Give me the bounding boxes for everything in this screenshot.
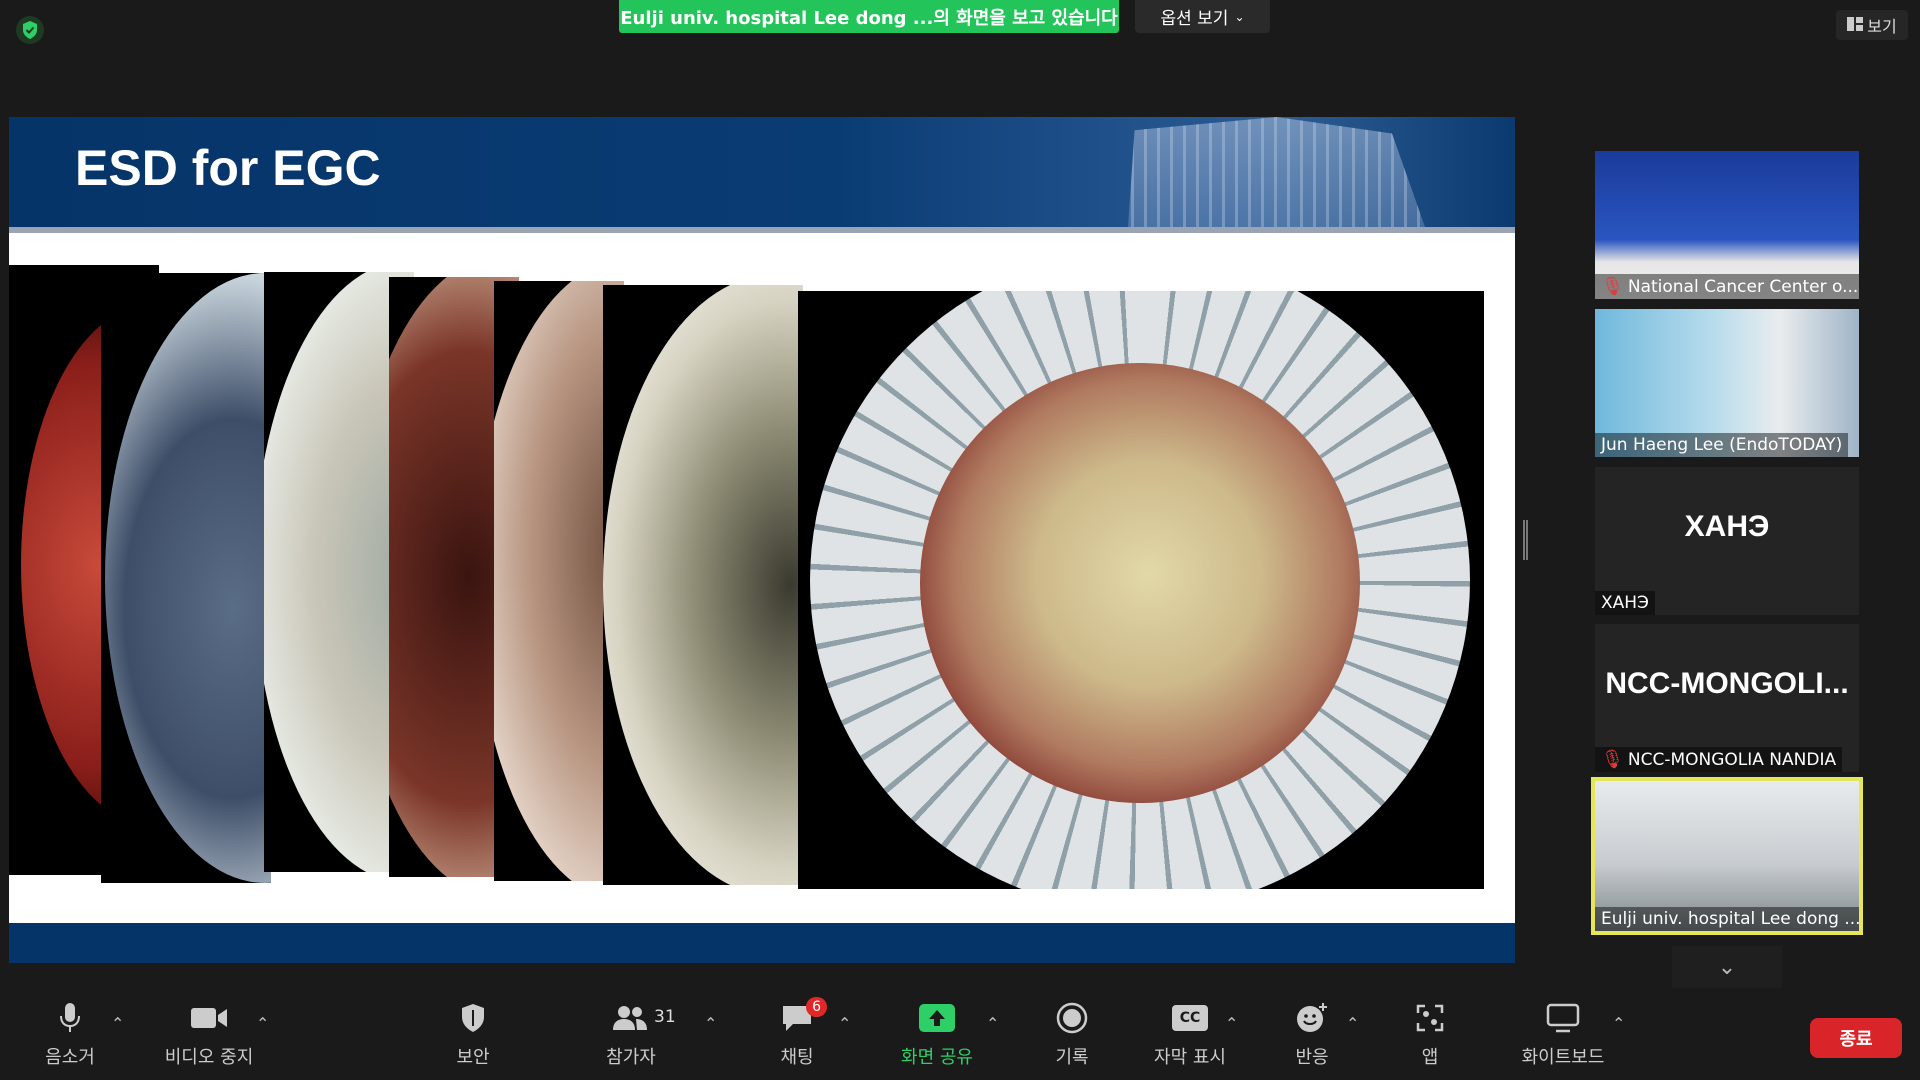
apps-button[interactable]: 앱 xyxy=(1410,990,1450,1080)
participant-name-label: Jun Haeng Lee (EndoTODAY) xyxy=(1595,433,1849,457)
scroll-participants-down-button[interactable]: ⌄ xyxy=(1672,946,1782,988)
closed-captions-icon: CC xyxy=(1172,1001,1208,1035)
participant-name-label: Eulji univ. hospital Lee dong ... xyxy=(1595,907,1859,931)
apps-label: 앱 xyxy=(1421,1047,1439,1068)
record-icon xyxy=(1056,1001,1088,1035)
view-layout-label: 보기 xyxy=(1867,17,1897,36)
participant-tile-eulji-active-speaker[interactable]: Eulji univ. hospital Lee dong ... xyxy=(1591,777,1863,935)
whiteboard-label: 화이트보드 xyxy=(1521,1047,1605,1068)
share-screen-label: 화면 공유 xyxy=(901,1047,973,1068)
participant-name-label: XAHЭ xyxy=(1595,591,1655,615)
whiteboard-button[interactable]: 화이트보드 xyxy=(1515,990,1611,1080)
captions-label: 자막 표시 xyxy=(1154,1047,1226,1068)
reactions-label: 반응 xyxy=(1295,1047,1329,1068)
participants-label: 참가자 xyxy=(606,1047,656,1068)
slide-title: ESD for EGC xyxy=(75,140,381,196)
microphone-muted-icon: 🎙 xyxy=(1601,276,1624,297)
mute-options-caret[interactable]: ⌃ xyxy=(111,1014,124,1033)
endoscopy-image-2 xyxy=(101,273,271,883)
security-shield-icon[interactable] xyxy=(16,16,44,44)
layout-icon xyxy=(1847,16,1864,35)
resected-specimen xyxy=(920,363,1360,803)
video-camera-icon xyxy=(190,1001,228,1035)
captions-button[interactable]: CC 자막 표시 xyxy=(1150,990,1230,1080)
mute-label: 음소거 xyxy=(45,1047,95,1068)
share-screen-button[interactable]: 화면 공유 xyxy=(896,990,978,1080)
record-button[interactable]: 기록 xyxy=(1050,990,1094,1080)
participant-count: 31 xyxy=(654,1007,676,1027)
participant-name-label: 🎙 National Cancer Center o... xyxy=(1595,274,1859,299)
apps-icon xyxy=(1415,1001,1445,1035)
smiley-icon xyxy=(1295,1001,1329,1035)
chevron-down-icon: ⌄ xyxy=(1234,9,1245,24)
reactions-button[interactable]: 반응 xyxy=(1290,990,1334,1080)
view-options-label: 옵션 보기 xyxy=(1160,9,1229,29)
chat-label: 채팅 xyxy=(780,1047,814,1068)
participants-button[interactable]: 31 참가자 xyxy=(600,990,676,1080)
microphone-icon xyxy=(59,1001,81,1035)
reactions-options-caret[interactable]: ⌃ xyxy=(1346,1014,1359,1033)
view-options-button[interactable]: 옵션 보기 ⌄ xyxy=(1135,0,1270,33)
slide-footer xyxy=(9,923,1515,963)
screen-share-banner: Eulji univ. hospital Lee dong ...의 화면을 보… xyxy=(619,0,1119,33)
shared-screen-slide: ESD for EGC xyxy=(9,117,1515,963)
participant-tile-jun-haeng-lee[interactable]: Jun Haeng Lee (EndoTODAY) xyxy=(1595,309,1859,457)
header-divider xyxy=(9,227,1515,233)
video-options-caret[interactable]: ⌃ xyxy=(256,1014,269,1033)
chevron-down-icon: ⌄ xyxy=(1717,954,1737,980)
chat-bubble-icon: 6 xyxy=(781,997,827,1035)
participants-options-caret[interactable]: ⌃ xyxy=(704,1014,717,1033)
chat-button[interactable]: 6 채팅 xyxy=(775,990,827,1080)
building-image xyxy=(1128,117,1425,227)
participant-big-name: NCC-MONGOLI... xyxy=(1605,667,1849,700)
meeting-toolbar: 음소거 ⌃ 비디오 중지 ⌃ 보안 31 참가자 ⌃ 6 채팅 ⌃ 화면 공유 xyxy=(0,990,1920,1080)
security-label: 보안 xyxy=(456,1047,490,1068)
share-screen-icon xyxy=(919,1001,955,1035)
participant-tile-xahe[interactable]: XAHЭ XAHЭ xyxy=(1595,467,1859,615)
participant-tile-ncc-mongolia[interactable]: NCC-MONGOLI... 🎙 NCC-MONGOLIA NANDIA xyxy=(1595,624,1859,772)
shield-icon xyxy=(460,1001,486,1035)
chat-unread-badge: 6 xyxy=(806,997,827,1017)
microphone-muted-icon: 🎙 xyxy=(1601,749,1624,770)
stop-video-button[interactable]: 비디오 중지 xyxy=(160,990,258,1080)
endoscopy-image-specimen xyxy=(798,291,1484,889)
share-options-caret[interactable]: ⌃ xyxy=(986,1014,999,1033)
endoscopy-image-6 xyxy=(603,285,803,885)
participant-big-name: XAHЭ xyxy=(1684,510,1770,543)
whiteboard-icon xyxy=(1546,1001,1580,1035)
chat-options-caret[interactable]: ⌃ xyxy=(838,1014,851,1033)
slide-header: ESD for EGC xyxy=(9,117,1515,233)
panel-resize-handle[interactable] xyxy=(1523,520,1528,560)
view-layout-button[interactable]: 보기 xyxy=(1836,10,1908,40)
stop-video-label: 비디오 중지 xyxy=(164,1047,254,1068)
participants-icon: 31 xyxy=(612,1001,676,1035)
security-button[interactable]: 보안 xyxy=(448,990,498,1080)
captions-options-caret[interactable]: ⌃ xyxy=(1225,1014,1238,1033)
mute-button[interactable]: 음소거 xyxy=(40,990,100,1080)
whiteboard-options-caret[interactable]: ⌃ xyxy=(1612,1014,1625,1033)
participant-tile-national-cancer-center[interactable]: 🎙 National Cancer Center o... xyxy=(1595,151,1859,299)
participant-name-label: 🎙 NCC-MONGOLIA NANDIA xyxy=(1595,747,1843,772)
end-meeting-button[interactable]: 종료 xyxy=(1810,1018,1902,1058)
record-label: 기록 xyxy=(1055,1047,1089,1068)
